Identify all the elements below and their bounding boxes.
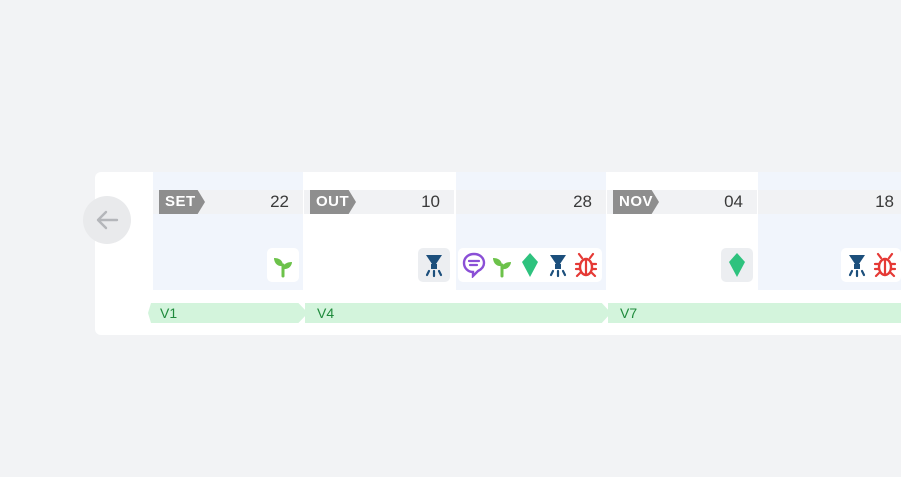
event-icons[interactable] (418, 248, 450, 282)
timeline-column: NOV 04 (607, 172, 757, 290)
event-icons[interactable] (721, 248, 753, 282)
sprout-icon[interactable] (490, 252, 514, 278)
sprout-icon[interactable] (271, 252, 295, 278)
day-label: 18 (875, 192, 894, 211)
event-icons[interactable] (841, 248, 901, 282)
stage-band[interactable]: V1 (148, 303, 308, 323)
month-tag: SET (159, 190, 205, 214)
timeline-column: SET 22 (153, 172, 303, 290)
sprayer-icon[interactable] (422, 252, 446, 278)
diamond-icon[interactable] (725, 252, 749, 278)
day-label: 10 (421, 192, 440, 211)
month-tag: NOV (613, 190, 659, 214)
event-icons[interactable] (458, 248, 602, 282)
sprayer-icon[interactable] (546, 252, 570, 278)
timeline-column: OUT 10 (304, 172, 454, 290)
comment-icon[interactable] (462, 252, 486, 278)
day-label: 04 (724, 192, 743, 211)
stage-band[interactable]: V7 (608, 303, 901, 323)
sprayer-icon[interactable] (845, 252, 869, 278)
month-tag: OUT (310, 190, 356, 214)
bug-icon[interactable] (574, 252, 598, 278)
back-button[interactable] (83, 196, 131, 244)
timeline-column: 28 (456, 172, 606, 290)
bug-icon[interactable] (873, 252, 897, 278)
day-label: 22 (270, 192, 289, 211)
timeline-column: 18 (758, 172, 901, 290)
day-label: 28 (573, 192, 592, 211)
arrow-left-icon (96, 210, 119, 230)
diamond-icon[interactable] (518, 252, 542, 278)
stage-band[interactable]: V4 (305, 303, 611, 323)
event-icons[interactable] (267, 248, 299, 282)
